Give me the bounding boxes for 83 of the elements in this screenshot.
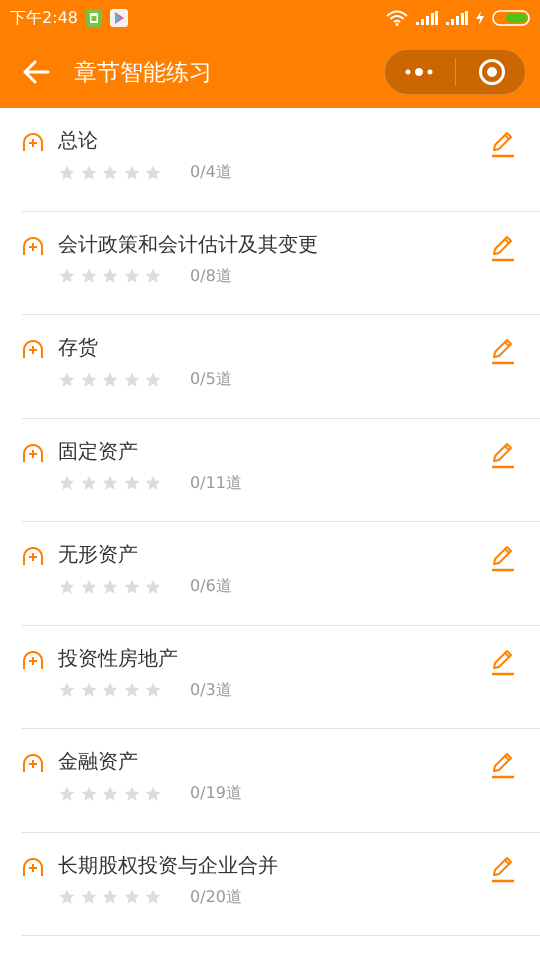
pencil-icon[interactable] xyxy=(490,337,516,365)
chapter-title[interactable]: 会计政策和会计估计及其变更 xyxy=(58,230,490,258)
star-icon xyxy=(144,164,162,182)
question-count: 0/5道 xyxy=(190,369,232,390)
star-icon xyxy=(80,681,98,699)
star-icon xyxy=(58,164,76,182)
pencil-icon[interactable] xyxy=(490,648,516,676)
star-icon xyxy=(144,474,162,492)
chapter-title[interactable]: 投资性房地产 xyxy=(58,644,490,672)
question-count: 0/6道 xyxy=(190,576,232,597)
signal-icon xyxy=(446,11,468,25)
star-icon xyxy=(122,474,140,492)
star-icon xyxy=(58,681,76,699)
question-count: 0/4道 xyxy=(190,162,232,183)
chapter-icon xyxy=(22,546,44,566)
play-store-icon xyxy=(110,9,128,27)
star-icon xyxy=(80,578,98,596)
chapter-title[interactable]: 长期股权投资与企业合并 xyxy=(58,850,490,878)
star-icon xyxy=(58,578,76,596)
question-count: 0/3道 xyxy=(190,680,232,700)
star-icon xyxy=(101,164,119,182)
star-icon xyxy=(122,888,140,906)
star-icon xyxy=(58,267,76,285)
page-title: 章节智能练习 xyxy=(74,58,212,88)
star-icon xyxy=(58,370,76,388)
chapter-title[interactable]: 金融资产 xyxy=(58,747,490,775)
chapter-icon xyxy=(22,442,44,462)
question-count: 0/11道 xyxy=(190,472,242,494)
star-icon xyxy=(144,370,162,388)
star-icon xyxy=(80,784,98,802)
battery-icon xyxy=(492,10,530,26)
chapter-title[interactable]: 总论 xyxy=(58,126,490,154)
star-icon xyxy=(144,578,162,596)
star-icon xyxy=(58,784,76,802)
star-icon xyxy=(144,784,162,802)
sim-card-icon xyxy=(86,9,102,27)
chapter-icon xyxy=(22,753,44,773)
pencil-icon[interactable] xyxy=(490,854,516,882)
star-icon xyxy=(122,370,140,388)
star-icon xyxy=(122,784,140,802)
star-icon xyxy=(144,888,162,906)
chapter-title[interactable]: 无形资产 xyxy=(58,540,490,568)
star-icon xyxy=(58,474,76,492)
question-count: 0/8道 xyxy=(190,266,232,286)
star-icon xyxy=(122,681,140,699)
star-icon xyxy=(80,267,98,285)
star-icon xyxy=(122,578,140,596)
star-icon xyxy=(122,267,140,285)
star-icon xyxy=(122,164,140,182)
chapter-title[interactable]: 存货 xyxy=(58,333,490,361)
charging-icon xyxy=(476,11,484,25)
star-icon xyxy=(80,164,98,182)
pencil-icon[interactable] xyxy=(490,544,516,572)
star-icon xyxy=(144,267,162,285)
status-time: 下午2:48 xyxy=(10,8,78,28)
signal-icon xyxy=(416,11,438,25)
pencil-icon[interactable] xyxy=(490,751,516,779)
star-icon xyxy=(101,267,119,285)
back-icon[interactable] xyxy=(22,60,50,84)
chapter-icon xyxy=(22,236,44,256)
question-count: 0/19道 xyxy=(190,783,242,804)
star-icon xyxy=(101,681,119,699)
star-icon xyxy=(101,578,119,596)
star-icon xyxy=(58,888,76,906)
star-icon xyxy=(80,888,98,906)
pencil-icon[interactable] xyxy=(490,440,516,468)
star-icon xyxy=(80,370,98,388)
chapter-icon xyxy=(22,132,44,152)
star-icon xyxy=(101,370,119,388)
star-icon xyxy=(101,784,119,802)
chapter-title[interactable]: 固定资产 xyxy=(58,436,490,464)
star-icon xyxy=(144,681,162,699)
star-icon xyxy=(101,474,119,492)
more-icon[interactable] xyxy=(404,66,434,78)
chapter-icon xyxy=(22,339,44,359)
question-count: 0/20道 xyxy=(190,886,242,908)
chapter-icon xyxy=(22,650,44,670)
pencil-icon[interactable] xyxy=(490,234,516,262)
pencil-icon[interactable] xyxy=(490,130,516,158)
star-icon xyxy=(80,474,98,492)
star-icon xyxy=(101,888,119,906)
wifi-icon xyxy=(386,10,408,26)
chapter-icon xyxy=(22,856,44,876)
